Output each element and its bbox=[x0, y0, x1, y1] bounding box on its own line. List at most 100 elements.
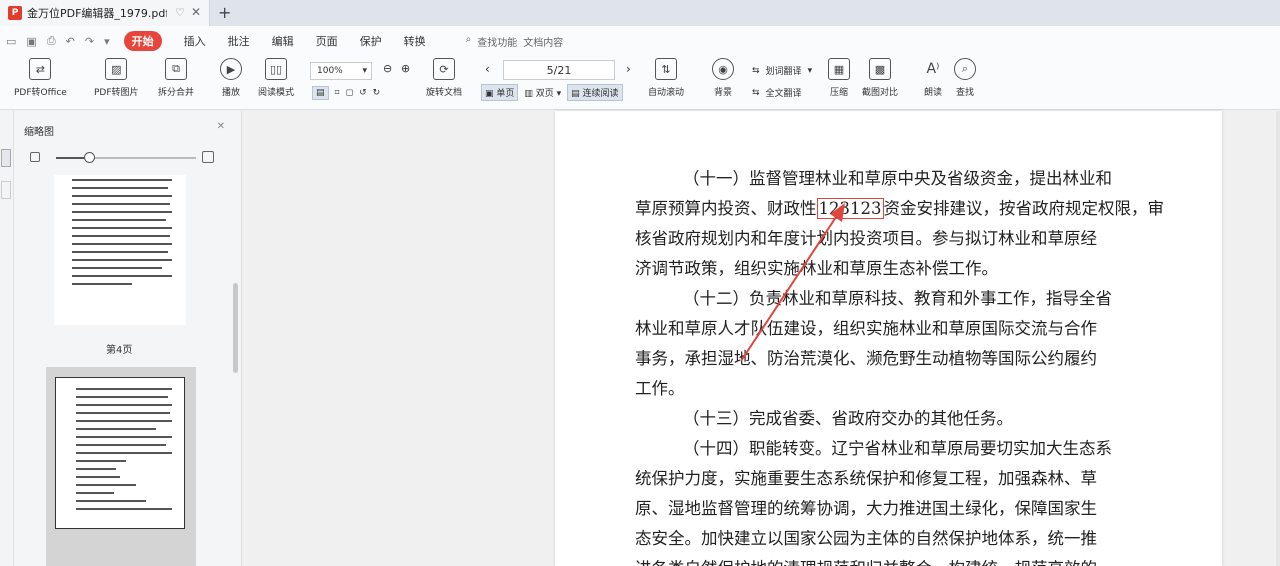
undo-icon[interactable]: ↶ bbox=[66, 35, 75, 48]
rotate-doc-icon: ⟳ bbox=[433, 58, 455, 80]
split-merge-label: 拆分合并 bbox=[158, 88, 195, 98]
menu-edit[interactable]: 编辑 bbox=[272, 33, 294, 49]
screenshot-compare-button[interactable]: ▩ 截图对比 bbox=[862, 58, 898, 98]
select-icon[interactable]: ◻ bbox=[346, 88, 353, 98]
fit-page-icon[interactable]: ⌗ bbox=[335, 88, 340, 98]
pdf-to-office-icon: ⇄ bbox=[29, 58, 52, 80]
slider-fill bbox=[56, 157, 86, 159]
menu-annotate[interactable]: 批注 bbox=[228, 33, 250, 49]
customize-icon[interactable]: ▾ bbox=[104, 35, 110, 48]
full-translate-button[interactable]: ⇆ 全文翻译 bbox=[752, 86, 802, 100]
menu-convert[interactable]: 转换 bbox=[404, 33, 426, 49]
menu-start[interactable]: 开始 bbox=[123, 31, 162, 51]
app-logo-icon: P bbox=[8, 6, 22, 20]
close-tab-icon[interactable]: ✕ bbox=[191, 5, 201, 19]
slider-knob[interactable] bbox=[84, 152, 95, 163]
play-icon: ▶ bbox=[220, 58, 242, 80]
previous-page-icon[interactable]: ‹ bbox=[485, 62, 490, 76]
search-icon: ⌕ bbox=[465, 33, 472, 45]
menu-items: 开始 插入 批注 编辑 页面 保护 转换 bbox=[123, 31, 426, 51]
background-label: 背景 bbox=[713, 88, 732, 98]
favorite-icon[interactable]: ♡ bbox=[175, 6, 185, 19]
auto-scroll-icon: ⇅ bbox=[655, 58, 677, 80]
read-mode-button[interactable]: ▯▯ 阅读模式 bbox=[258, 58, 294, 98]
read-aloud-label: 朗读 bbox=[923, 88, 942, 98]
compress-label: 压缩 bbox=[829, 88, 848, 98]
split-merge-button[interactable]: ⧉ 拆分合并 bbox=[158, 58, 194, 98]
auto-scroll-label: 自动滚动 bbox=[648, 88, 685, 98]
page-thumbnail-4[interactable] bbox=[54, 175, 186, 325]
quick-access-toolbar: ▭ ▣ ⎙ ↶ ↷ ▾ bbox=[0, 34, 110, 48]
rotate-left-icon[interactable]: ↺ bbox=[359, 88, 367, 98]
page-number-value: 5/21 bbox=[546, 63, 572, 77]
pdf-page: （十一）监督管理林业和草原中央及省级资金，提出林业和 草原预算内投资、财政性 12… bbox=[555, 111, 1222, 566]
document-scrollbar[interactable] bbox=[1276, 111, 1280, 566]
auto-scroll-button[interactable]: ⇅ 自动滚动 bbox=[648, 58, 684, 98]
page-layout-tools: ▣ 单页 ▥ 双页 ▾ ▤ 连续阅读 bbox=[481, 84, 623, 101]
zoom-select[interactable]: 100% ▾ bbox=[310, 62, 372, 80]
rotate-doc-button[interactable]: ⟳ 旋转文档 bbox=[426, 58, 462, 98]
rotate-right-icon[interactable]: ↻ bbox=[373, 88, 381, 98]
read-mode-label: 阅读模式 bbox=[258, 88, 295, 98]
redo-icon[interactable]: ↷ bbox=[85, 35, 94, 48]
pdf-to-image-label: PDF转图片 bbox=[94, 88, 139, 98]
compress-button[interactable]: ▦ 压缩 bbox=[828, 58, 850, 98]
read-aloud-button[interactable]: A⁾ 朗读 bbox=[922, 58, 944, 98]
thumbnail-label: 第4页 bbox=[106, 345, 133, 356]
thumbnail-sidebar: 缩略图 ✕ 第4页 bbox=[14, 111, 242, 566]
page-thumbnail-5-selected[interactable] bbox=[46, 367, 196, 566]
continuous-button[interactable]: ▤ 连续阅读 bbox=[567, 84, 623, 101]
chevron-down-icon: ▾ bbox=[807, 65, 813, 76]
pdf-to-office-button[interactable]: ⇄ PDF转Office bbox=[14, 58, 67, 98]
background-button[interactable]: ◉ 背景 bbox=[712, 58, 734, 98]
menu-page[interactable]: 页面 bbox=[316, 33, 338, 49]
document-tab[interactable]: P 金万位PDF编辑器_1979.pdf ♡ ✕ bbox=[0, 0, 210, 26]
save-icon[interactable]: ▣ bbox=[26, 35, 36, 48]
search-hint-doc: 文档内容 bbox=[523, 37, 564, 49]
search-icon: ⌕ bbox=[954, 58, 976, 80]
continuous-label: 连续阅读 bbox=[582, 89, 619, 99]
sidebar-scrollbar[interactable] bbox=[233, 283, 238, 373]
feature-search[interactable]: ⌕ 查找功能 文档内容 bbox=[466, 34, 564, 49]
full-translate-label: 全文翻译 bbox=[765, 89, 802, 99]
thumbnail-panel-icon[interactable] bbox=[1, 149, 11, 167]
find-label: 查找 bbox=[955, 88, 974, 98]
menu-protect[interactable]: 保护 bbox=[360, 33, 382, 49]
eye-icon: ◉ bbox=[712, 58, 734, 80]
tab-title: 金万位PDF编辑器_1979.pdf bbox=[27, 7, 167, 20]
screenshot-compare-label: 截图对比 bbox=[862, 88, 899, 98]
compress-icon: ▦ bbox=[828, 58, 850, 80]
bookmark-panel-icon[interactable] bbox=[1, 181, 11, 199]
zoom-out-icon[interactable]: ⊖ bbox=[383, 62, 392, 75]
fit-width-icon[interactable]: ▤ bbox=[312, 86, 329, 100]
chevron-down-icon: ▾ bbox=[362, 66, 367, 76]
pdf-to-image-button[interactable]: ▨ PDF转图片 bbox=[94, 58, 139, 98]
left-nav-strip bbox=[0, 111, 14, 566]
translate-select-button[interactable]: ⇆ 划词翻译 ▾ bbox=[752, 64, 813, 78]
double-page-label: 双页 bbox=[535, 89, 554, 99]
play-button[interactable]: ▶ 播放 bbox=[220, 58, 242, 98]
translate-icon: ⇆ bbox=[752, 65, 760, 76]
ribbon-toolbar: ⇄ PDF转Office ▨ PDF转图片 ⧉ 拆分合并 ▶ 播放 ▯▯ 阅读模… bbox=[0, 56, 1280, 110]
full-translate-icon: ⇆ bbox=[752, 87, 760, 98]
small-thumb-icon[interactable] bbox=[30, 152, 40, 162]
title-bar: P 金万位PDF编辑器_1979.pdf ♡ ✕ + bbox=[0, 0, 1280, 26]
read-mode-icon: ▯▯ bbox=[265, 58, 287, 80]
large-thumb-icon[interactable] bbox=[202, 151, 214, 163]
menu-insert[interactable]: 插入 bbox=[184, 33, 206, 49]
double-page-button[interactable]: ▥ 双页 ▾ bbox=[524, 86, 561, 99]
rotate-doc-label: 旋转文档 bbox=[426, 88, 463, 98]
new-tab-icon[interactable]: + bbox=[218, 3, 231, 22]
print-icon[interactable]: ⎙ bbox=[47, 34, 56, 48]
thumbnail-size-slider[interactable] bbox=[28, 151, 218, 165]
find-button[interactable]: ⌕ 查找 bbox=[954, 58, 976, 98]
sidebar-title: 缩略图 bbox=[24, 127, 54, 138]
close-icon[interactable]: ✕ bbox=[217, 121, 225, 132]
zoom-value: 100% bbox=[317, 66, 343, 76]
zoom-in-icon[interactable]: ⊕ bbox=[401, 62, 410, 75]
next-page-icon[interactable]: › bbox=[626, 62, 631, 76]
page-number-input[interactable]: 5/21 bbox=[503, 60, 615, 80]
open-folder-icon[interactable]: ▭ bbox=[6, 35, 16, 48]
single-page-button[interactable]: ▣ 单页 bbox=[481, 84, 519, 101]
translate-select-label: 划词翻译 bbox=[765, 67, 802, 77]
